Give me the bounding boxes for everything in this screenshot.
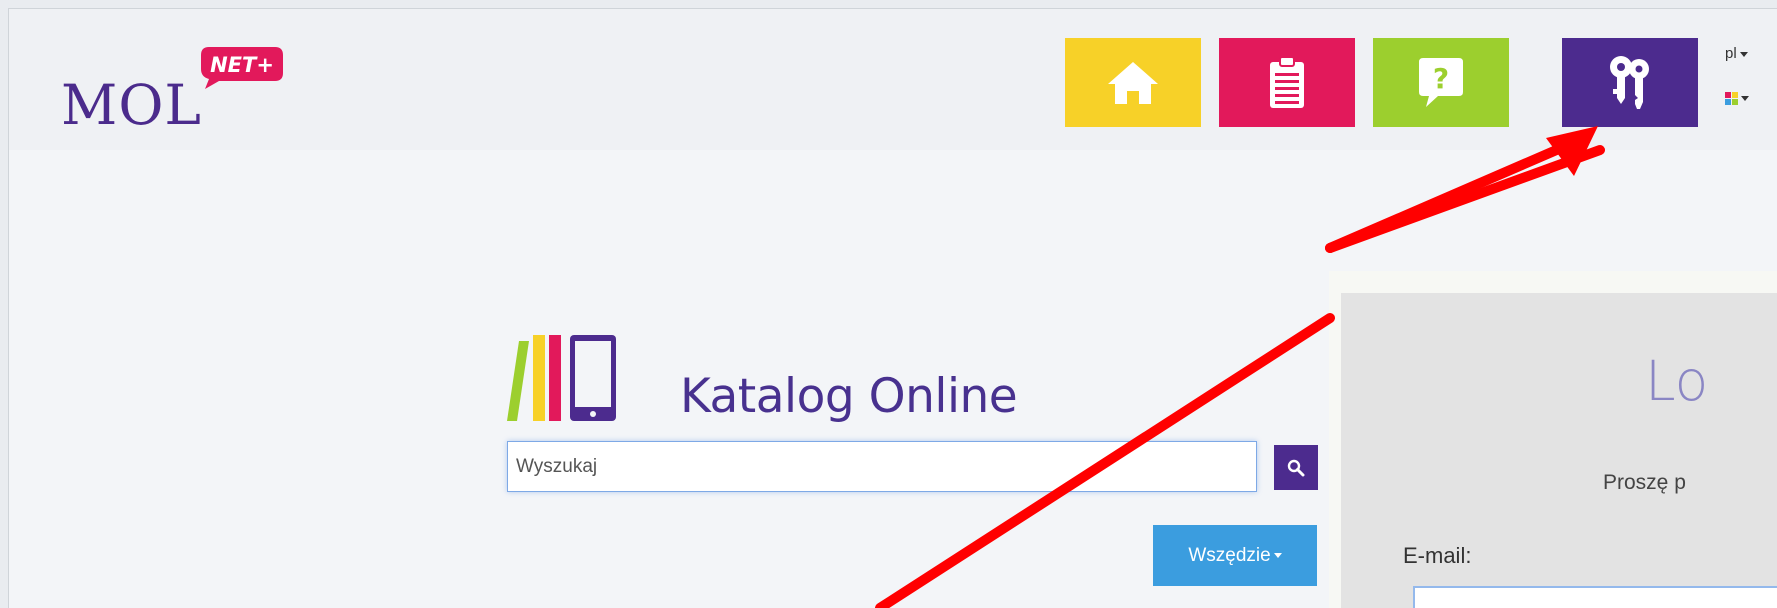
search-scope-label: Wszędzie [1188,544,1271,566]
catalog-books-icon [507,335,616,421]
color-scheme-selector[interactable] [1725,92,1749,105]
login-modal-title: Lo [1645,349,1709,413]
clipboard-list-icon [1270,56,1304,108]
logo-text: MOL [61,73,202,137]
nav-login-button[interactable] [1562,38,1698,127]
nav-home-button[interactable] [1065,38,1201,127]
site-header: MOL NET+ ? pl [9,9,1777,150]
login-modal [1329,271,1777,608]
keys-icon [1610,55,1649,109]
login-modal-prompt: Proszę p [1603,471,1686,494]
email-field[interactable] [1413,586,1777,608]
mol-net-logo[interactable]: MOL NET+ [61,47,301,137]
logo-badge-text: NET+ [210,53,274,77]
home-icon [1108,61,1158,104]
search-scope-dropdown[interactable]: Wszędzie [1153,525,1317,586]
logo-badge: NET+ [201,47,283,89]
language-code: pl [1725,45,1737,62]
svg-text:?: ? [1433,62,1449,95]
chevron-down-icon [1741,96,1749,101]
email-label: E-mail: [1403,543,1472,568]
search-input[interactable] [507,441,1257,492]
language-selector[interactable]: pl [1725,45,1748,62]
nav-list-button[interactable] [1219,38,1355,127]
browser-page: MOL NET+ ? pl Katalog Online Wyszukaj Ws… [8,8,1777,608]
color-grid-icon [1725,92,1738,105]
nav-help-button[interactable]: ? [1373,38,1509,127]
catalog-title: Katalog Online [680,369,1018,424]
search-icon [1287,459,1305,476]
chevron-down-icon [1273,553,1282,558]
search-button[interactable] [1274,445,1318,490]
chevron-down-icon [1739,51,1748,57]
question-bubble-icon: ? [1419,57,1463,107]
